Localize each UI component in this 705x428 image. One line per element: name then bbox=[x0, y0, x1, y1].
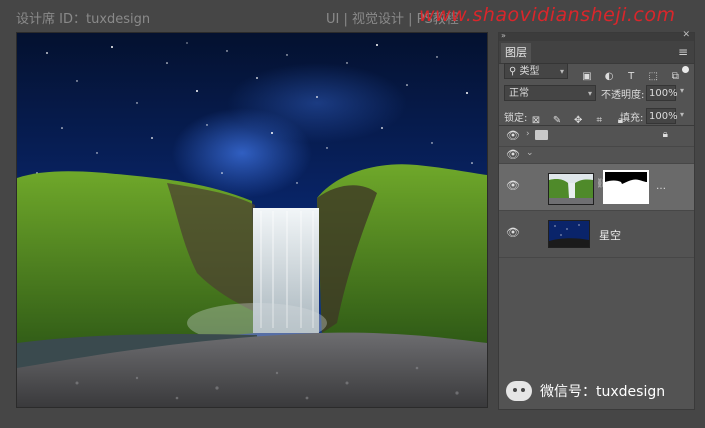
filter-icons: ▣ ◐ T ⬚ ⧉ bbox=[581, 64, 686, 82]
filter-pixel-icon[interactable]: ▣ bbox=[581, 71, 593, 83]
filter-toggle[interactable] bbox=[682, 66, 689, 73]
layer-thumbnail[interactable] bbox=[548, 173, 594, 205]
chevron-down-icon: ▾ bbox=[587, 89, 592, 98]
eye-icon[interactable]: 👁︎ bbox=[506, 226, 520, 239]
eye-icon[interactable]: 👁︎ bbox=[506, 148, 520, 161]
filter-shape-icon[interactable]: ⬚ bbox=[647, 71, 659, 83]
lock-icon: 🔒︎ bbox=[662, 129, 668, 140]
layer-group-expanded-row[interactable]: 👁︎ ⌄ bbox=[499, 147, 694, 164]
layer-row-masked[interactable]: 👁︎ ⛓ … bbox=[499, 164, 694, 211]
watermark-bottom: 微信号：tuxdesign bbox=[506, 381, 665, 401]
filter-smart-object-icon[interactable]: ⧉ bbox=[669, 71, 681, 83]
fill-chevron-icon[interactable]: ▾ bbox=[680, 110, 684, 119]
fill-input[interactable]: 100% bbox=[646, 108, 678, 124]
document-canvas[interactable] bbox=[16, 32, 488, 408]
opacity-input[interactable]: 100% bbox=[646, 85, 678, 101]
layer-thumbnail[interactable] bbox=[548, 220, 590, 248]
eye-icon[interactable]: 👁︎ bbox=[506, 179, 520, 192]
panel-titlebar: » ✕ bbox=[499, 30, 694, 41]
eye-icon[interactable]: 👁︎ bbox=[506, 129, 520, 142]
watermark-top-left: 设计席 ID：tuxdesign bbox=[16, 12, 151, 27]
folder-icon bbox=[535, 130, 548, 140]
collapse-icon[interactable]: » bbox=[501, 31, 506, 40]
canvas-image bbox=[17, 33, 487, 407]
close-icon[interactable]: ✕ bbox=[682, 30, 690, 40]
layers-panel: » ✕ 图层 ≡ ⚲ 类型 ▾ ▣ ◐ T ⬚ ⧉ 正常 ▾ 不透明度: 100… bbox=[498, 30, 695, 410]
filter-adjustment-icon[interactable]: ◐ bbox=[603, 71, 615, 83]
chevron-down-icon: ▾ bbox=[559, 67, 564, 76]
panel-tabbar: 图层 ≡ bbox=[499, 41, 694, 64]
filter-kind-label: 类型 bbox=[519, 66, 540, 77]
wechat-icon bbox=[506, 381, 532, 401]
lock-label: 锁定: bbox=[504, 113, 528, 124]
chevron-right-icon[interactable]: › bbox=[526, 129, 530, 139]
fill-label: 填充: bbox=[620, 113, 644, 124]
watermark-bottom-text: 微信号：tuxdesign bbox=[540, 384, 666, 400]
layer-name[interactable]: 星空 bbox=[599, 227, 621, 243]
search-icon: ⚲ bbox=[509, 66, 517, 77]
opacity-chevron-icon[interactable]: ▾ bbox=[680, 86, 684, 95]
layer-group-row[interactable]: 👁︎ › 🔒︎ bbox=[499, 126, 694, 147]
panel-menu-icon[interactable]: ≡ bbox=[678, 45, 688, 59]
filter-type-icon[interactable]: T bbox=[625, 71, 637, 83]
layer-row-starry-sky[interactable]: 👁︎ 星空 bbox=[499, 211, 694, 258]
blend-mode-value: 正常 bbox=[509, 88, 529, 99]
more-icon: … bbox=[656, 181, 666, 192]
tab-layers[interactable]: 图层 bbox=[501, 43, 531, 63]
chevron-down-icon[interactable]: ⌄ bbox=[526, 148, 534, 158]
blend-mode-select[interactable]: 正常 ▾ bbox=[504, 85, 596, 101]
watermark-top-right: www.shaovidiansheji.com bbox=[419, 4, 676, 26]
layers-list: 👁︎ › 🔒︎ 👁︎ ⌄ 👁︎ ⛓ … 👁︎ 星空 bbox=[499, 125, 694, 258]
layer-mask-thumbnail[interactable] bbox=[603, 170, 649, 204]
opacity-label: 不透明度: bbox=[601, 90, 645, 101]
filter-kind-select[interactable]: ⚲ 类型 ▾ bbox=[504, 63, 568, 79]
